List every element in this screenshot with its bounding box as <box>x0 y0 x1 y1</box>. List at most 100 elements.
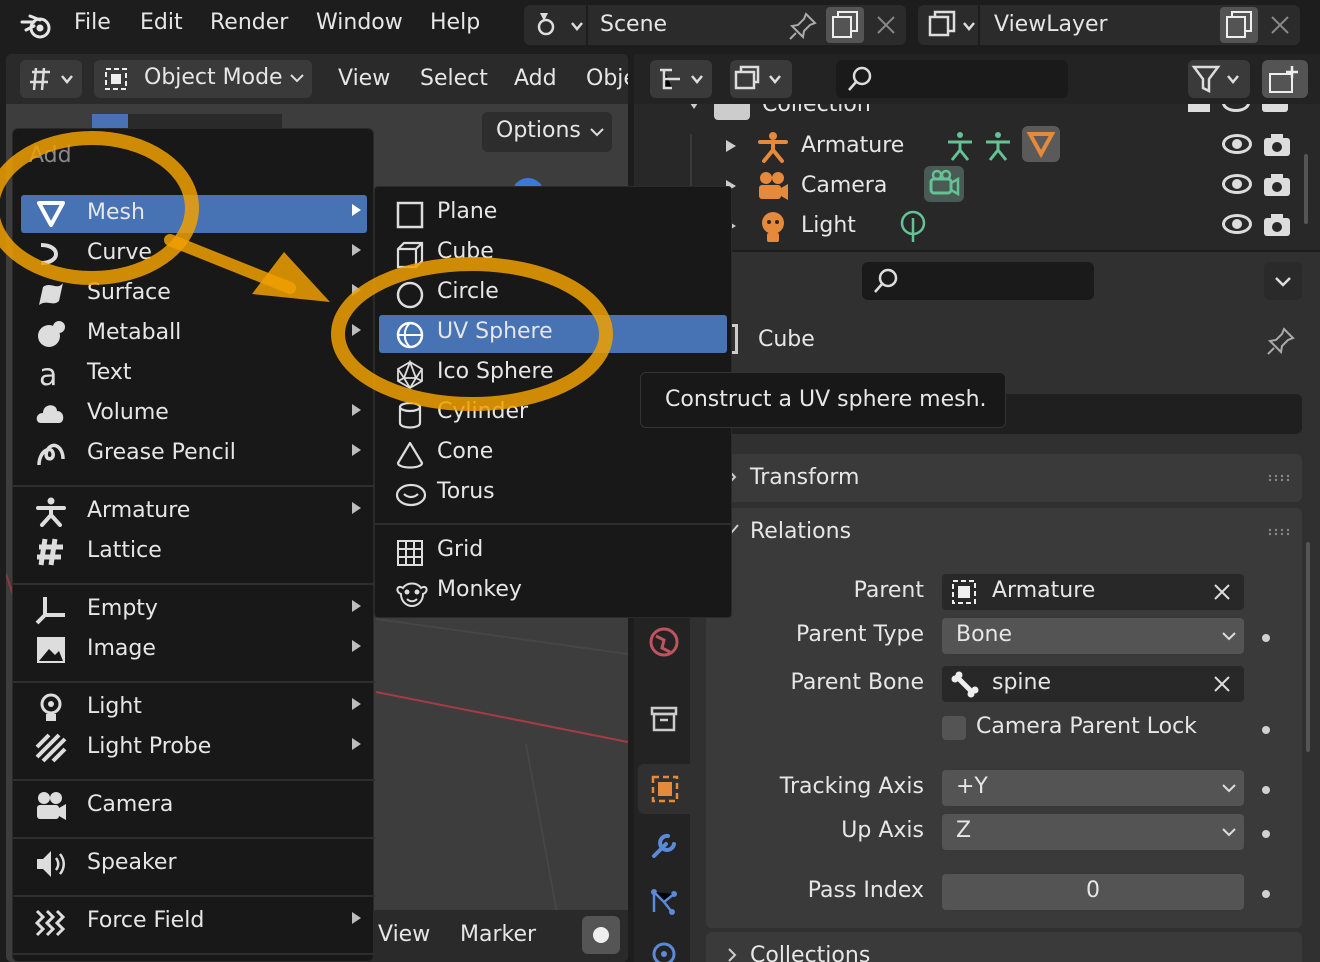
close-icon[interactable] <box>1268 13 1292 37</box>
physics-icon[interactable] <box>648 938 680 962</box>
expand-arrow-icon[interactable] <box>688 104 700 109</box>
drag-handle-icon[interactable] <box>1268 528 1290 536</box>
menu-edit[interactable]: Edit <box>140 10 183 35</box>
submenu-item-plane[interactable]: Plane <box>375 195 731 233</box>
keyframe-dot-icon[interactable] <box>1262 726 1270 734</box>
menu-render[interactable]: Render <box>210 10 288 35</box>
submenu-item-uv-sphere[interactable]: UV Sphere <box>379 315 727 353</box>
expand-arrow-icon[interactable] <box>726 140 736 152</box>
view-layer-name[interactable]: ViewLayer <box>994 12 1108 37</box>
camera-parent-lock-checkbox[interactable] <box>942 716 966 740</box>
outliner-editor-type-button[interactable] <box>650 60 712 98</box>
eye-icon[interactable] <box>1222 134 1252 154</box>
submenu-item-cone[interactable]: Cone <box>375 435 731 473</box>
timeline-menu-view[interactable]: View <box>378 922 430 947</box>
scene-icon[interactable] <box>532 9 584 41</box>
menu-item-camera[interactable]: Camera <box>21 787 367 825</box>
relations-panel-header[interactable]: Relations <box>706 508 1302 556</box>
menu-item-volume[interactable]: Volume <box>21 395 367 433</box>
keyframe-dot-icon[interactable] <box>1262 786 1270 794</box>
up-axis-select[interactable]: Z <box>942 814 1244 850</box>
keyframe-dot-icon[interactable] <box>1262 634 1270 642</box>
properties-scrollbar[interactable] <box>1306 542 1310 752</box>
menu-item-armature[interactable]: Armature <box>21 493 367 531</box>
filter-button[interactable] <box>1188 60 1250 98</box>
submenu-item-monkey[interactable]: Monkey <box>375 573 731 611</box>
parent-bone-field[interactable]: spine <box>942 666 1244 702</box>
menu-item-speaker[interactable]: Speaker <box>21 845 367 883</box>
eye-icon[interactable] <box>1222 104 1250 112</box>
menu-item-surface[interactable]: Surface <box>21 275 367 313</box>
properties-search-input[interactable] <box>862 262 1094 300</box>
menu-item-force-field[interactable]: Force Field <box>21 903 367 941</box>
drag-handle-icon[interactable] <box>1268 474 1290 482</box>
properties-options-button[interactable] <box>1264 262 1302 300</box>
outliner-row-light[interactable]: Light <box>634 206 1320 246</box>
camera-render-icon[interactable] <box>1262 132 1292 158</box>
tracking-axis-select[interactable]: +Y <box>942 770 1244 806</box>
submenu-item-torus[interactable]: Torus <box>375 475 731 513</box>
menu-item-text[interactable]: a Text <box>21 355 367 393</box>
particles-icon[interactable] <box>648 886 680 918</box>
scene-name[interactable]: Scene <box>600 12 667 37</box>
vertex-group-icon[interactable] <box>1022 126 1060 162</box>
object-tab[interactable] <box>638 764 690 814</box>
view-layer-icon[interactable] <box>926 9 978 41</box>
submenu-item-cube[interactable]: Cube <box>375 235 731 273</box>
parent-field[interactable]: Armature <box>942 574 1244 610</box>
eye-icon[interactable] <box>1222 174 1252 194</box>
submenu-item-grid[interactable]: Grid <box>375 533 731 571</box>
clear-icon[interactable] <box>1212 582 1232 602</box>
world-icon[interactable] <box>648 626 680 658</box>
parent-bone-label: Parent Bone <box>790 670 924 695</box>
ico-sphere-icon <box>395 360 425 390</box>
outliner-row-armature[interactable]: Armature <box>634 126 1320 166</box>
clear-icon[interactable] <box>1212 674 1232 694</box>
camera-render-icon[interactable] <box>1262 172 1292 198</box>
scene-selector: Scene <box>524 5 906 45</box>
collections-panel-header[interactable]: Collections <box>706 932 1302 962</box>
menu-window[interactable]: Window <box>316 10 403 35</box>
pass-index-field[interactable]: 0 <box>942 874 1244 910</box>
menu-item-light-probe[interactable]: Light Probe <box>21 729 367 767</box>
curve-icon <box>35 239 67 269</box>
new-collection-button[interactable] <box>1262 60 1308 98</box>
menu-item-lattice[interactable]: Lattice <box>21 533 367 571</box>
camera-render-icon[interactable] <box>1262 104 1288 112</box>
collection-row[interactable]: Collection <box>634 104 1320 122</box>
menu-file[interactable]: File <box>74 10 111 35</box>
outliner-scrollbar[interactable] <box>1304 154 1308 224</box>
pose-icon[interactable] <box>946 130 1012 164</box>
menu-item-metaball[interactable]: Metaball <box>21 315 367 353</box>
menu-help[interactable]: Help <box>430 10 480 35</box>
outliner-row-camera[interactable]: Camera <box>634 166 1320 206</box>
new-view-layer-button[interactable] <box>1220 7 1258 43</box>
pin-icon[interactable] <box>788 11 818 41</box>
wrench-icon[interactable] <box>648 830 680 862</box>
menu-item-empty[interactable]: Empty <box>21 591 367 629</box>
menu-item-image[interactable]: Image <box>21 631 367 669</box>
timeline-menu-marker[interactable]: Marker <box>460 922 536 947</box>
keyframe-dot-icon[interactable] <box>1262 890 1270 898</box>
outliner-search-input[interactable] <box>836 60 1068 98</box>
menu-item-curve[interactable]: Curve <box>21 235 367 273</box>
display-mode-button[interactable] <box>730 60 792 98</box>
checkbox-icon[interactable] <box>1188 104 1210 112</box>
menu-item-mesh[interactable]: Mesh <box>21 195 367 233</box>
eye-icon[interactable] <box>1222 214 1252 234</box>
menu-item-light[interactable]: Light <box>21 689 367 727</box>
camera-render-icon[interactable] <box>1262 212 1292 238</box>
menu-item-grease-pencil[interactable]: Grease Pencil <box>21 435 367 473</box>
collection-tab-icon[interactable] <box>648 702 680 734</box>
parent-type-select[interactable]: Bone <box>942 618 1244 654</box>
submenu-item-circle[interactable]: Circle <box>375 275 731 313</box>
transform-panel-header[interactable]: Transform <box>706 454 1302 502</box>
keyframe-dot-icon[interactable] <box>1262 830 1270 838</box>
pin-icon[interactable] <box>1266 326 1296 356</box>
auto-keying-button[interactable] <box>582 916 620 954</box>
new-scene-button[interactable] <box>826 7 864 43</box>
light-data-icon[interactable] <box>898 210 928 244</box>
camera-data-icon[interactable] <box>924 166 964 202</box>
close-icon[interactable] <box>874 13 898 37</box>
blender-logo-icon[interactable] <box>20 10 54 42</box>
